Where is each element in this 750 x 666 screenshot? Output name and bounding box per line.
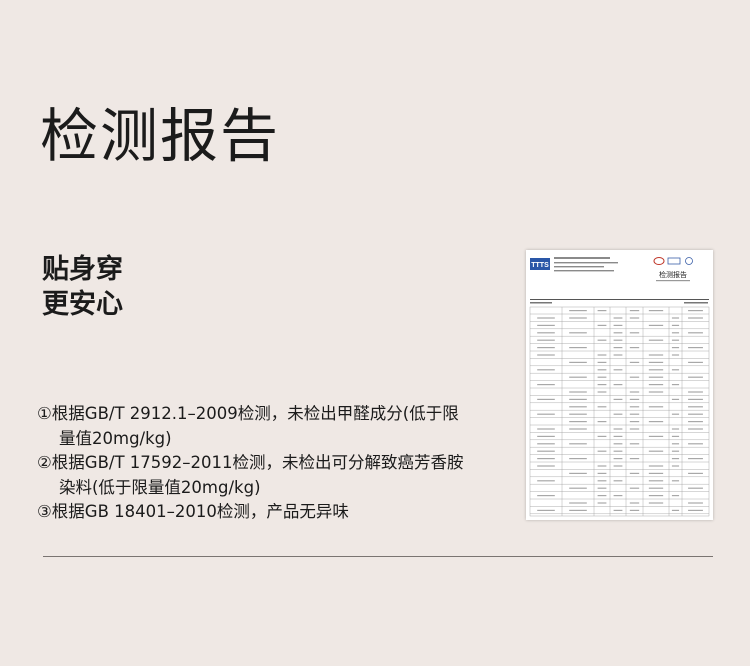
tagline-line-1: 贴身穿	[42, 254, 123, 285]
report-cert-marks	[653, 257, 693, 265]
report-company-lines	[554, 257, 618, 272]
note-item-3: ③根据GB 18401–2010检测，产品无异味	[37, 500, 477, 525]
test-report-image: TTTS 检测报告	[526, 250, 713, 520]
note-text-cont: 量值20mg/kg)	[59, 428, 172, 448]
note-item-2: ②根据GB/T 17592–2011检测，未检出可分解致癌芳香胺 染料(低于限量…	[37, 451, 477, 500]
divider-line	[43, 556, 713, 557]
report-svg: TTTS 检测报告	[529, 257, 710, 517]
note-marker: ③	[37, 502, 52, 521]
test-notes: ①根据GB/T 2912.1–2009检测，未检出甲醛成分(低于限 量值20mg…	[37, 402, 477, 525]
page-title: 检测报告	[40, 102, 281, 170]
report-logo-text: TTTS	[531, 262, 549, 269]
note-text: 根据GB/T 2912.1–2009检测，未检出甲醛成分(低于限	[51, 404, 459, 423]
tagline-line-2: 更安心	[42, 289, 123, 320]
note-marker: ①	[37, 404, 52, 423]
note-marker: ②	[37, 453, 52, 472]
note-item-1: ①根据GB/T 2912.1–2009检测，未检出甲醛成分(低于限 量值20mg…	[37, 402, 477, 451]
report-table	[529, 306, 710, 517]
note-text: 根据GB/T 17592–2011检测，未检出可分解致癌芳香胺	[51, 453, 464, 472]
report-heading: 检测报告	[659, 270, 687, 279]
report-logo: TTTS	[530, 258, 550, 270]
note-text: 根据GB 18401–2010检测，产品无异味	[51, 502, 349, 521]
note-text-cont: 染料(低于限量值20mg/kg)	[59, 477, 261, 497]
